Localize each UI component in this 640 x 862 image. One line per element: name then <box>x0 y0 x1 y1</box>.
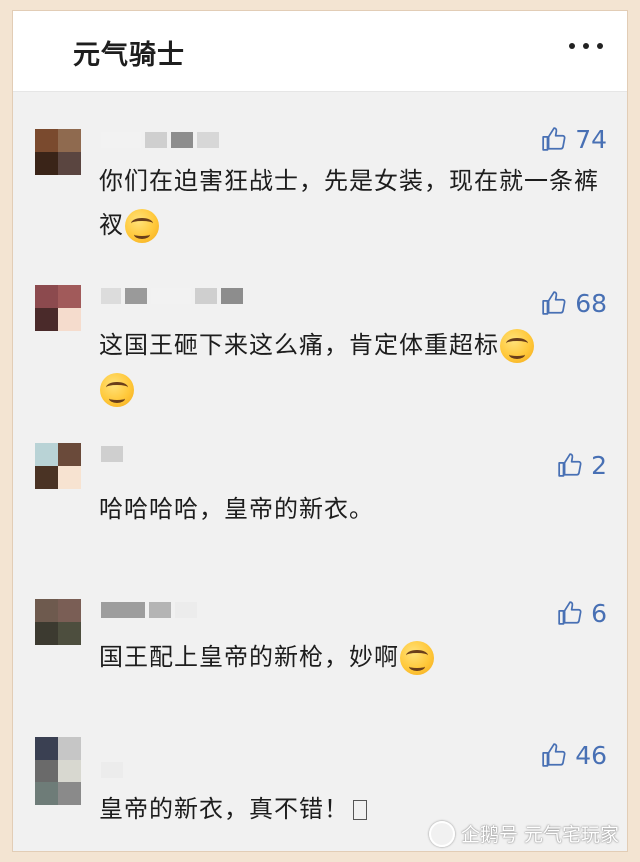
username-blurred[interactable] <box>101 761 123 779</box>
broken-emoji-icon <box>353 800 367 820</box>
app-frame: 元气骑士 74 你们在迫害狂战士，先是女装，现在就一条裤衩 68 这国王砸下来这… <box>12 10 628 852</box>
like-count: 68 <box>575 288 607 318</box>
smirk-emoji-icon <box>125 209 159 243</box>
username-blurred[interactable] <box>101 287 243 305</box>
like-count: 2 <box>591 450 607 480</box>
like-button[interactable]: 74 <box>541 123 607 155</box>
smirk-emoji-icon <box>500 329 534 363</box>
page-title: 元气骑士 <box>73 40 185 71</box>
comment-text-content: 国王配上皇帝的新枪，妙啊 <box>99 643 399 671</box>
comment-text: 你们在迫害狂战士，先是女装，现在就一条裤衩 <box>99 159 599 247</box>
comment-text-content: 你们在迫害狂战士，先是女装，现在就一条裤衩 <box>99 167 599 239</box>
thumbs-up-icon <box>542 743 566 767</box>
avatar[interactable] <box>35 129 81 175</box>
comment-text-content: 哈哈哈哈，皇帝的新衣。 <box>99 495 374 523</box>
like-button[interactable]: 68 <box>541 287 607 319</box>
username-blurred[interactable] <box>101 445 123 463</box>
like-count: 74 <box>575 124 607 154</box>
comment-text: 这国王砸下来这么痛，肯定体重超标 <box>99 323 599 411</box>
header: 元气骑士 <box>13 11 627 92</box>
like-button[interactable]: 46 <box>541 739 607 771</box>
smirk-emoji-icon <box>100 373 134 407</box>
like-count: 6 <box>591 598 607 628</box>
avatar[interactable] <box>35 285 81 331</box>
username-blurred[interactable] <box>101 601 197 619</box>
like-count: 46 <box>575 740 607 770</box>
watermark: 企鹅号 元气宅玩家 <box>428 820 619 847</box>
more-dots-icon[interactable] <box>569 41 603 51</box>
smirk-emoji-icon <box>400 641 434 675</box>
avatar[interactable] <box>35 737 81 805</box>
avatar[interactable] <box>35 599 81 645</box>
comment-text-content: 皇帝的新衣，真不错！ <box>99 795 349 823</box>
comment-text: 国王配上皇帝的新枪，妙啊 <box>99 635 599 679</box>
thumbs-up-icon <box>558 601 582 625</box>
like-button[interactable]: 2 <box>557 449 607 481</box>
comment-text-content: 这国王砸下来这么痛，肯定体重超标 <box>99 331 499 359</box>
username-blurred[interactable] <box>101 131 219 149</box>
thumbs-up-icon <box>558 453 582 477</box>
comment-text: 哈哈哈哈，皇帝的新衣。 <box>99 487 599 531</box>
like-button[interactable]: 6 <box>557 597 607 629</box>
thumbs-up-icon <box>542 127 566 151</box>
thumbs-up-icon <box>542 291 566 315</box>
penguin-logo-icon <box>428 820 455 847</box>
watermark-text: 企鹅号 元气宅玩家 <box>460 824 619 846</box>
avatar[interactable] <box>35 443 81 489</box>
